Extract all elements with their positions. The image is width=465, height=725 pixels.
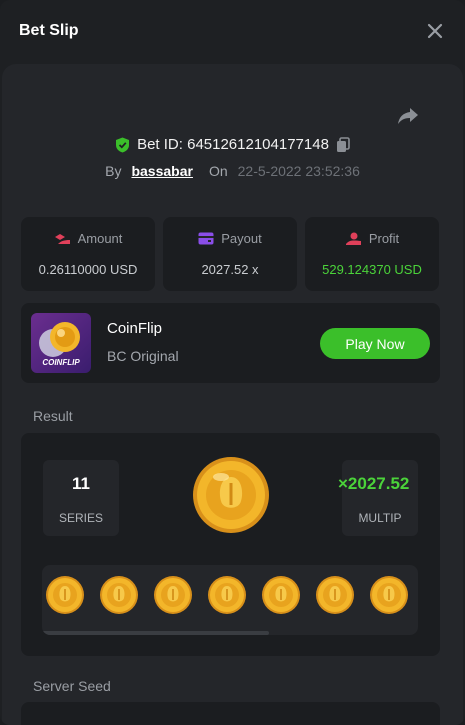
modal-header: Bet Slip [0,0,465,64]
series-coin-icon [100,576,138,614]
series-coin-icon [370,576,408,614]
bet-date: 22-5-2022 23:52:36 [237,163,360,179]
thumb-label: COINFLIP [42,358,80,367]
series-coin-icon [154,576,192,614]
series-box: 11 SERIES [43,460,119,536]
coinflip-thumbnail[interactable]: COINFLIP [31,313,91,373]
profit-card: Profit 529.124370 USD [305,217,439,291]
payout-card: Payout 2027.52 x [163,217,297,291]
bet-id-row: Bet ID: 64512612104177148 [0,136,465,153]
multiplier-box: ×2027.52 MULTIP [338,460,418,536]
modal-title: Bet Slip [19,22,79,39]
share-icon[interactable] [397,104,419,126]
series-coin-icon [316,576,354,614]
wallet-icon [198,232,214,245]
on-label: On [208,163,228,179]
play-now-button[interactable]: Play Now [320,328,430,359]
amount-value: 0.26110000 USD [38,262,138,277]
close-icon[interactable] [426,22,444,40]
amount-label: Amount [77,231,123,246]
result-label: Result [33,408,73,424]
game-name: CoinFlip [107,320,163,337]
series-caption: SERIES [58,511,103,525]
profit-icon [345,232,361,245]
verified-shield-icon [116,137,130,152]
payout-value: 2027.52 x [201,262,259,277]
server-seed-field [21,702,440,725]
multiplier-caption: MULTIP [358,511,402,525]
copy-icon[interactable] [336,136,350,153]
bet-id-text: Bet ID: 64512612104177148 [137,136,329,153]
series-coin-icon [208,576,246,614]
profit-label: Profit [368,231,400,246]
amount-icon [54,233,70,244]
series-value: 11 [72,474,90,493]
server-seed-label: Server Seed [33,678,111,694]
bet-byline: By bassabar On 22-5-2022 23:52:36 [0,163,465,179]
game-card: COINFLIP CoinFlip BC Original Play Now [21,303,440,383]
multiplier-value: ×2027.52 [338,474,410,493]
result-coin-icon [193,457,269,533]
coin-series-track [42,565,418,635]
amount-card: Amount 0.26110000 USD [21,217,155,291]
horizontal-scrollbar[interactable] [42,631,269,635]
result-panel: 11 SERIES ×2027.52 MULTIP [21,433,440,656]
username-link[interactable]: bassabar [131,163,192,179]
series-coin-icon [262,576,300,614]
game-subtitle: BC Original [107,348,179,364]
by-label: By [105,163,122,179]
bet-slip-modal: Bet Slip Bet ID: 64512612104177148 By ba… [0,0,465,725]
series-coin-icon [46,576,84,614]
payout-label: Payout [221,231,262,246]
profit-value: 529.124370 USD [322,262,422,277]
